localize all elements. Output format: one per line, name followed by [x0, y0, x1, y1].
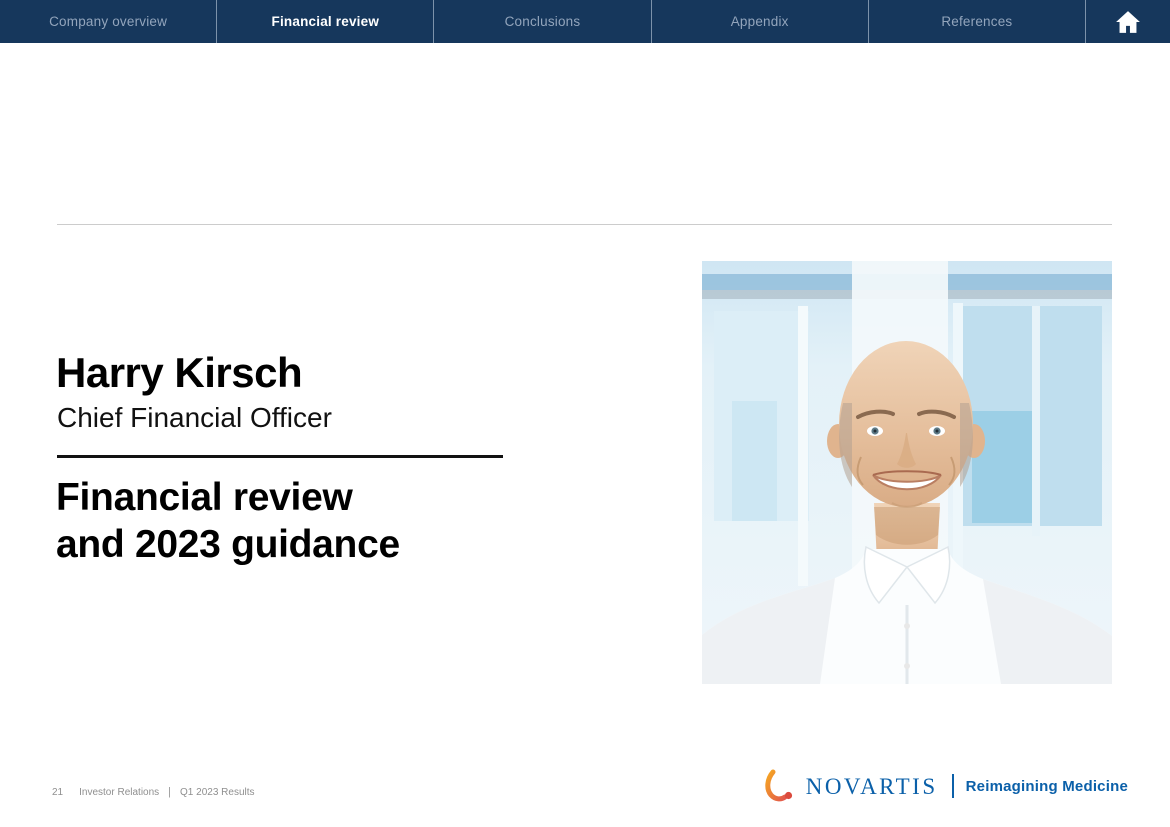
slide-title-line2: and 2023 guidance	[56, 523, 400, 566]
speaker-photo	[702, 261, 1112, 684]
footer-context: Q1 2023 Results	[180, 787, 255, 798]
tab-company-overview[interactable]: Company overview	[0, 0, 217, 43]
footer-label: Investor Relations	[79, 787, 159, 798]
speaker-title: Chief Financial Officer	[57, 403, 332, 434]
footer-separator: |	[168, 786, 171, 798]
slide-title-line1: Financial review	[56, 476, 353, 519]
speaker-name: Harry Kirsch	[56, 350, 302, 396]
logo-divider	[952, 774, 954, 798]
novartis-wordmark: NOVARTIS	[806, 775, 938, 798]
tab-label: Appendix	[731, 14, 789, 29]
novartis-logo: NOVARTIS Reimagining Medicine	[764, 767, 1128, 805]
footer-info: 21 Investor Relations | Q1 2023 Results	[52, 786, 255, 798]
novartis-flame-icon	[764, 769, 794, 803]
title-underline	[57, 455, 503, 458]
slide-nav-bar: Company overview Financial review Conclu…	[0, 0, 1170, 43]
tab-references[interactable]: References	[869, 0, 1086, 43]
tab-conclusions[interactable]: Conclusions	[434, 0, 651, 43]
tab-label: References	[941, 14, 1012, 29]
home-button[interactable]	[1086, 0, 1170, 43]
tab-label: Conclusions	[505, 14, 581, 29]
tab-label: Company overview	[49, 14, 167, 29]
tab-appendix[interactable]: Appendix	[652, 0, 869, 43]
home-icon	[1115, 10, 1141, 34]
page-number: 21	[52, 787, 63, 798]
tab-financial-review[interactable]: Financial review	[217, 0, 434, 43]
tab-label: Financial review	[272, 14, 380, 29]
speaker-portrait-illustration	[702, 261, 1112, 684]
slide-title: Financial review and 2023 guidance	[56, 474, 400, 568]
brand-tagline: Reimagining Medicine	[966, 778, 1128, 795]
top-divider	[57, 224, 1112, 225]
